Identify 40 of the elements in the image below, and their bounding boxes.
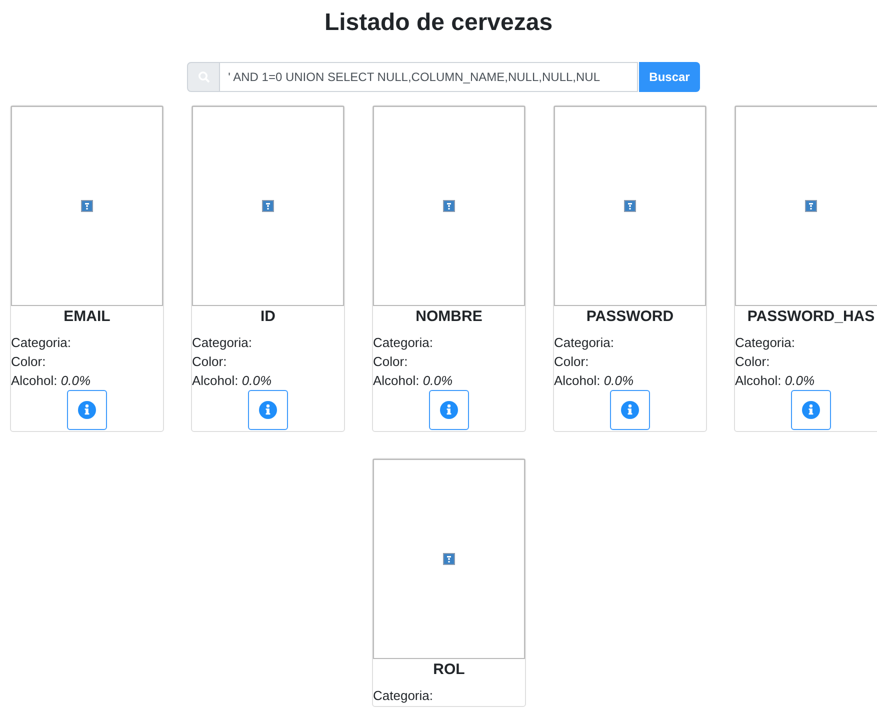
card-field: Categoria: — [554, 333, 706, 352]
card-field: Categoria: — [373, 333, 525, 352]
card-title: NOMBRE — [414, 307, 484, 327]
info-icon — [259, 401, 277, 419]
broken-image-icon — [443, 200, 455, 212]
card-field: Alcohol: 0.0% — [373, 371, 525, 390]
info-button[interactable] — [67, 390, 107, 430]
info-icon — [440, 401, 458, 419]
card-title: EMAIL — [62, 307, 112, 327]
info-icon — [621, 401, 639, 419]
card-field: Categoria: — [373, 686, 525, 705]
card-field: Color: — [373, 352, 525, 371]
page-title: Listado de cervezas — [324, 8, 553, 38]
card-field: Color: — [554, 352, 706, 371]
broken-image-icon — [805, 200, 817, 212]
card-field: Alcohol: 0.0% — [735, 371, 877, 390]
card-field: Categoria: — [735, 333, 877, 352]
card-field: Categoria: — [11, 333, 163, 352]
card-title: ID — [260, 307, 276, 327]
card-title: PASSWORD_HAS — [746, 307, 876, 327]
info-icon — [78, 401, 96, 419]
card-field: Categoria: — [192, 333, 344, 352]
info-button[interactable] — [248, 390, 288, 430]
broken-image-icon — [443, 553, 455, 565]
broken-image-icon — [624, 200, 636, 212]
card-field: Alcohol: 0.0% — [11, 371, 163, 390]
card-title: ROL — [432, 660, 466, 680]
info-button[interactable] — [610, 390, 650, 430]
info-button[interactable] — [791, 390, 831, 430]
info-button[interactable] — [429, 390, 469, 430]
card-field: Color: — [11, 352, 163, 371]
card-field: Color: — [192, 352, 344, 371]
card-field: Alcohol: 0.0% — [192, 371, 344, 390]
info-icon — [802, 401, 820, 419]
broken-image-icon — [262, 200, 274, 212]
search-field[interactable]: ' AND 1=0 UNION SELECT NULL,COLUMN_NAME,NULL,NULL,NUL — [220, 62, 638, 92]
card-title: PASSWORD — [585, 307, 675, 327]
broken-image-icon — [81, 200, 93, 212]
card-field: Color: — [735, 352, 877, 371]
card-field: Alcohol: 0.0% — [554, 371, 706, 390]
